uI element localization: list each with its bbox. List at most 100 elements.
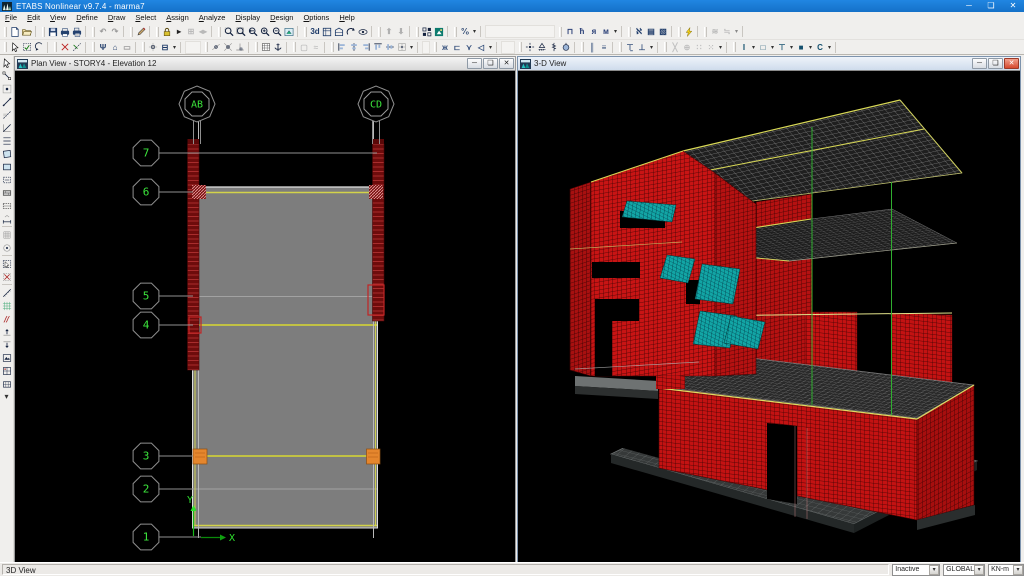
align-caret-icon[interactable]: ▾ [408,41,415,54]
toolbar-drag-handle[interactable] [304,27,307,37]
snap-to-points-icon[interactable] [147,41,159,54]
zoom-out-icon[interactable] [271,25,283,38]
link-caret-icon[interactable]: ▾ [826,41,833,54]
child-close-button[interactable]: ✕ [1004,58,1019,69]
model-explorer-icon[interactable]: ⊞ [185,25,197,38]
toolbar-drag-handle[interactable] [218,27,221,37]
open-file-icon[interactable] [21,25,33,38]
maximize-button[interactable]: ❏ [980,0,1002,12]
quick-draw-secondary-beam-icon[interactable] [0,134,13,147]
close-button[interactable]: ✕ [1002,0,1024,12]
toolbar-drag-handle[interactable] [416,27,419,37]
toolbar-drag-handle[interactable] [293,42,296,52]
menu-analyze[interactable]: Analyze [194,12,231,24]
plan-view-title-bar[interactable]: Plan View - STORY4 - Elevation 12 ─❏✕ [15,57,515,71]
set-view-options-icon[interactable] [433,25,445,38]
previous-zoom-icon[interactable] [247,25,259,38]
measure-line-icon[interactable] [0,286,13,299]
toolbar-drag-handle[interactable] [519,42,522,52]
menu-view[interactable]: View [45,12,71,24]
align-right-icon[interactable] [360,41,372,54]
frame-section-icon[interactable]: I [738,41,750,54]
deselect-icon[interactable] [0,270,13,283]
toolbar-drag-handle[interactable] [130,27,133,37]
run-analysis-icon[interactable] [683,25,695,38]
draw-line-icon[interactable] [0,95,13,108]
select-all-icon[interactable] [21,41,33,54]
assign-caret-icon[interactable]: ▾ [648,41,655,54]
mirror-icon[interactable]: ◁ [475,41,487,54]
spandrel-caret-icon[interactable]: ▾ [807,41,814,54]
reshape-object-icon[interactable] [0,69,13,82]
assign-group-icon[interactable]: ℵ [633,25,645,38]
quick-draw-line-icon[interactable] [0,108,13,121]
toolbar-drag-handle[interactable] [4,27,7,37]
show-axes-icon[interactable] [272,41,284,54]
paste-disabled-icon[interactable]: ≈ [310,41,322,54]
show-grid-icon[interactable] [260,41,272,54]
select-pointer-icon[interactable] [0,56,13,69]
move-down-in-list-icon[interactable]: ⬇ [395,25,407,38]
select-window-icon[interactable] [0,257,13,270]
toolbar-drag-handle[interactable] [678,27,681,37]
undo-icon[interactable]: ↶ [97,25,109,38]
misc-caret-icon[interactable]: ▾ [717,41,724,54]
analysis-case-select[interactable]: Inactive▾ [892,564,940,576]
child-minimize-button[interactable]: ─ [467,58,482,69]
menu-draw[interactable]: Draw [103,12,131,24]
object-shrink-percent-icon[interactable]: °⁄ₒ [459,25,471,38]
area-section-icon[interactable]: □ [757,41,769,54]
paste-attribs-icon[interactable]: ╳ [669,41,681,54]
area-stiffness-icon[interactable]: ⊤̱ [624,41,636,54]
named-view-icon[interactable] [0,351,13,364]
story-caret-icon[interactable]: ▾ [612,25,619,38]
toolbar-drag-handle[interactable] [205,42,208,52]
menu-define[interactable]: Define [71,12,103,24]
toolbar-drag-handle[interactable] [628,27,631,37]
new-model-icon[interactable] [9,25,21,38]
toolbar-drag-handle[interactable] [92,42,95,52]
menu-design[interactable]: Design [265,12,298,24]
story-down-icon[interactable] [0,338,13,351]
menu-display[interactable]: Display [230,12,265,24]
one-story-icon[interactable]: м [600,25,612,38]
link-prop-icon[interactable]: C [814,41,826,54]
toolbar-drag-handle[interactable] [142,42,145,52]
assign-restraint-icon[interactable] [536,41,548,54]
select-by-line-icon[interactable] [71,41,83,54]
move-objects-icon[interactable]: ⊕ [681,41,693,54]
toolbar-drag-handle[interactable] [331,42,334,52]
assign-joint-icon[interactable] [524,41,536,54]
units-select[interactable]: KN-m▾ [988,564,1024,576]
move-up-in-list-icon[interactable]: ⬆ [383,25,395,38]
plan-view-canvas[interactable]: X Y 7654321ABCD [15,72,515,562]
show-forces-icon[interactable]: ≒ [721,25,733,38]
align-center-icon[interactable] [348,41,360,54]
frame-release-icon[interactable]: ║ [586,41,598,54]
assign-spring-icon[interactable] [548,41,560,54]
area-caret-icon[interactable]: ▾ [769,41,776,54]
define-section-icon[interactable]: ▤ [645,25,657,38]
menu-select[interactable]: Select [130,12,161,24]
frame-local-axes-icon[interactable]: ≡ [598,41,610,54]
3d-view-icon[interactable]: 3d [309,25,321,38]
quick-draw-brace-icon[interactable] [0,121,13,134]
lock-model-icon[interactable] [161,25,173,38]
rotate-3d-view-icon[interactable] [345,25,357,38]
minimize-button[interactable]: ─ [958,0,980,12]
save-icon[interactable] [47,25,59,38]
toolbar-drag-handle[interactable] [54,42,57,52]
toolbar-drag-handle[interactable] [378,27,381,37]
toolbar-drag-handle[interactable] [559,27,562,37]
define-load-icon[interactable]: ▧ [657,25,669,38]
floor-plan-icon[interactable] [0,364,13,377]
elevation-view-icon[interactable] [333,25,345,38]
snap-to-ends-icon[interactable]: ⊟ [159,41,171,54]
toolbar-drag-handle[interactable] [664,42,667,52]
similar-stories-icon[interactable]: я [588,25,600,38]
snap-intersection-icon[interactable] [222,41,234,54]
redo-icon[interactable]: ↷ [109,25,121,38]
toolbar-drag-handle[interactable] [581,42,584,52]
area-local-axes-icon[interactable]: ⊥ [636,41,648,54]
menu-edit[interactable]: Edit [22,12,45,24]
